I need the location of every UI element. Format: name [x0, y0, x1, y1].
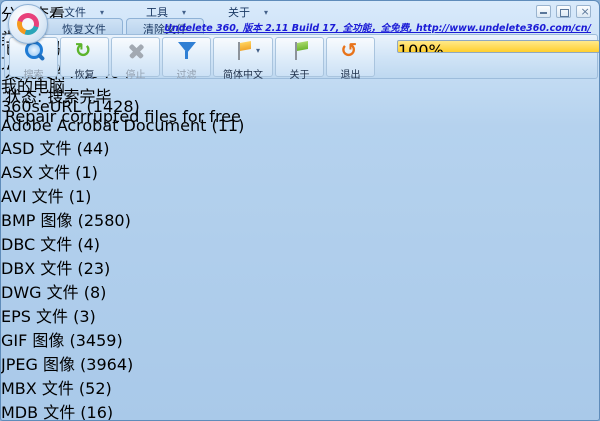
tree-item[interactable]: MBX 文件 (52)	[1, 375, 599, 399]
tree-item[interactable]: ASX 文件 (1)	[1, 159, 599, 183]
progress-green	[398, 41, 537, 52]
toolbar-button[interactable]: ▾ 退出	[326, 37, 375, 77]
tree-item[interactable]: AVI 文件 (1)	[1, 183, 599, 207]
toolbar-buttons: ▾ 搜索 ▾ 恢复 ▾ 停止 ▾ 过滤	[9, 37, 377, 77]
tree-item[interactable]: BMP 图像 (2580)	[1, 207, 599, 231]
toolbar-button[interactable]: ▾ 过滤	[162, 37, 211, 77]
window-controls	[536, 5, 591, 18]
title-bar: 文件工具关于	[1, 1, 600, 19]
toolbar-button[interactable]: ▾ 恢复	[60, 37, 109, 77]
tree-item[interactable]: GIF 图像 (3459)	[1, 327, 599, 351]
undelete360-logo-icon	[17, 13, 39, 35]
toolbar-button[interactable]: ▾ 简体中文	[213, 37, 273, 77]
tree-item[interactable]: MDB 文件 (16)	[1, 399, 599, 421]
app-window: 文件工具关于 恢复文件清除文件 Undelete 360, 版本 2.11 Bu…	[0, 0, 600, 421]
tree-item[interactable]: EPS 文件 (3)	[1, 303, 599, 327]
menu-item[interactable]: 关于	[220, 3, 276, 21]
toolbar-button-icon	[125, 40, 147, 62]
search-status: 状态: 搜索完毕	[5, 83, 597, 107]
tree-item[interactable]: DBX 文件 (23)	[1, 255, 599, 279]
tree-item[interactable]: JPEG 图像 (3964)	[1, 351, 599, 375]
chevron-down-icon: ▾	[256, 46, 260, 55]
tree-item[interactable]: ASD 文件 (44)	[1, 135, 599, 159]
tree-items: 360seURL (1428) Adobe Acrobat Document (…	[1, 97, 599, 421]
tree-item[interactable]: DWG 文件 (8)	[1, 279, 599, 303]
progress-bar: 100%	[397, 40, 600, 53]
app-logo[interactable]	[8, 4, 48, 44]
tree-item[interactable]: DBC 文件 (4)	[1, 231, 599, 255]
toolbar-button-icon	[289, 40, 311, 62]
toolbar-button-icon	[176, 40, 198, 62]
maximize-button[interactable]	[556, 5, 571, 18]
toolbar-button[interactable]: ▾ 关于	[275, 37, 324, 77]
repair-link[interactable]: Repair corrupted files for free	[5, 107, 597, 126]
toolbar: ▾ 搜索 ▾ 恢复 ▾ 停止 ▾ 过滤	[4, 34, 598, 79]
minimize-button[interactable]	[536, 5, 551, 18]
version-link[interactable]: Undelete 360, 版本 2.11 Build 17, 全功能，全免费,…	[164, 20, 591, 34]
toolbar-button-icon	[232, 40, 254, 62]
toolbar-button-icon	[340, 40, 362, 62]
close-button[interactable]	[576, 5, 591, 18]
toolbar-button-icon	[74, 40, 96, 62]
toolbar-button[interactable]: ▾ 停止	[111, 37, 160, 77]
